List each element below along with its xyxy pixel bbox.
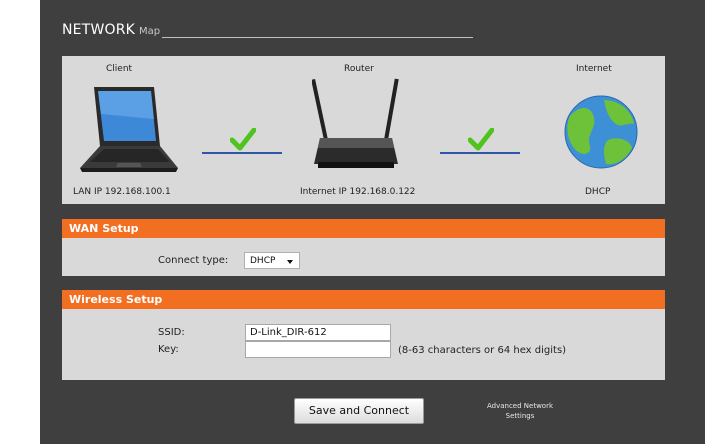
check-icon (230, 128, 256, 151)
key-label: Key: (158, 344, 179, 355)
header-divider (162, 37, 473, 38)
router-label: Router (344, 64, 374, 74)
wan-setup-panel (62, 238, 665, 276)
wireless-setup-header: Wireless Setup (62, 290, 665, 309)
router-internet-link (440, 152, 520, 154)
ssid-input[interactable] (245, 324, 391, 341)
save-and-connect-button[interactable]: Save and Connect (294, 398, 424, 424)
router-internet-ip: Internet IP 192.168.0.122 (300, 187, 416, 197)
advanced-link-line1: Advanced Network (486, 402, 554, 410)
internet-connection-type: DHCP (585, 187, 611, 197)
page-title: NETWORK (62, 22, 136, 38)
page-subtitle: Map (139, 26, 161, 37)
connect-type-value: DHCP (250, 256, 276, 266)
wan-setup-header: WAN Setup (62, 219, 665, 238)
client-lan-ip: LAN IP 192.168.100.1 (73, 187, 171, 197)
page-header: NETWORK Map (62, 22, 160, 42)
client-router-link (202, 152, 282, 154)
check-icon (468, 128, 494, 151)
globe-icon (564, 95, 638, 169)
chevron-down-icon (287, 260, 293, 264)
connect-type-select[interactable]: DHCP (244, 252, 300, 269)
connect-type-label: Connect type: (158, 255, 229, 266)
advanced-network-settings-link[interactable]: Advanced Network Settings (478, 401, 562, 421)
advanced-link-line2: Settings (505, 412, 535, 420)
network-map: Client Router Internet LAN IP 192.168.10… (62, 56, 665, 204)
laptop-icon (80, 87, 178, 172)
ssid-label: SSID: (158, 327, 185, 338)
internet-label: Internet (576, 64, 612, 74)
key-input[interactable] (245, 341, 391, 358)
key-hint: (8-63 characters or 64 hex digits) (398, 345, 567, 356)
client-label: Client (106, 64, 133, 74)
router-icon (312, 78, 399, 168)
